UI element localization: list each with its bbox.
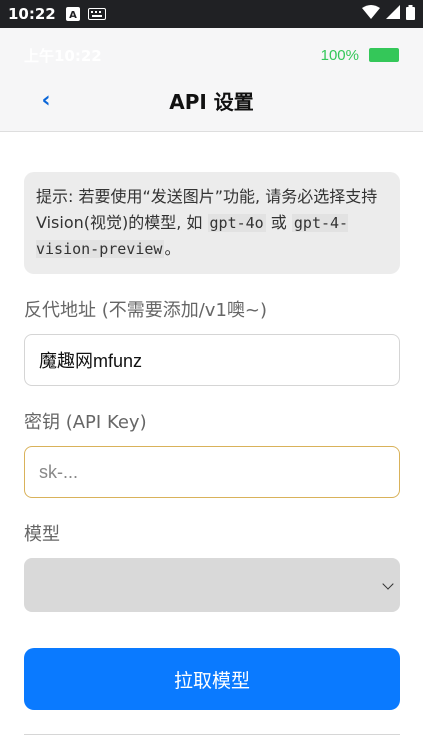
proxy-url-input[interactable]: 魔趣网mfunz <box>24 334 400 386</box>
settings-form: 提示: 若要使用“发送图片”功能, 请务必选择支持Vision(视觉)的模型, … <box>24 172 400 735</box>
hint-box: 提示: 若要使用“发送图片”功能, 请务必选择支持Vision(视觉)的模型, … <box>24 172 400 274</box>
fetch-models-button[interactable]: 拉取模型 <box>24 648 400 710</box>
battery-icon <box>406 4 415 24</box>
chevron-left-icon: ‹ <box>41 87 51 113</box>
battery-percent: 100% <box>320 46 359 64</box>
notification-a-icon: A <box>65 7 80 21</box>
proxy-label: 反代地址 (不需要添加/v1噢~) <box>24 300 268 321</box>
nav-bar: ‹ API 设置 <box>0 84 423 116</box>
app-header: 上午10:22 100% ‹ API 设置 <box>0 28 423 132</box>
battery-indicator: 100% <box>321 47 399 64</box>
api-key-label: 密钥 (API Key) <box>24 412 147 433</box>
hint-code-gpt4o: gpt-4o <box>207 214 266 232</box>
svg-text:A: A <box>69 10 77 21</box>
system-time: 10:22 <box>8 5 56 23</box>
model-select[interactable] <box>24 558 400 612</box>
keyboard-icon <box>87 8 106 20</box>
page-title: API 设置 <box>169 89 254 114</box>
api-key-input[interactable]: sk-... <box>24 446 400 498</box>
divider <box>24 734 400 735</box>
system-status-bar: 10:22 A <box>0 0 423 28</box>
hint-text-3: 。 <box>164 239 181 258</box>
proxy-url-value: 魔趣网mfunz <box>39 351 143 371</box>
inner-status-row: 上午10:22 100% <box>24 44 399 66</box>
fetch-models-label: 拉取模型 <box>173 669 250 692</box>
back-button[interactable]: ‹ <box>34 84 58 116</box>
chevron-down-icon <box>382 578 394 590</box>
hint-text-2: 或 <box>270 213 287 232</box>
signal-icon <box>386 5 400 23</box>
wifi-icon <box>362 5 380 23</box>
model-label: 模型 <box>24 524 60 545</box>
battery-bar-icon <box>369 48 399 62</box>
api-key-placeholder: sk-... <box>39 461 78 482</box>
inner-time: 上午10:22 <box>24 46 102 65</box>
